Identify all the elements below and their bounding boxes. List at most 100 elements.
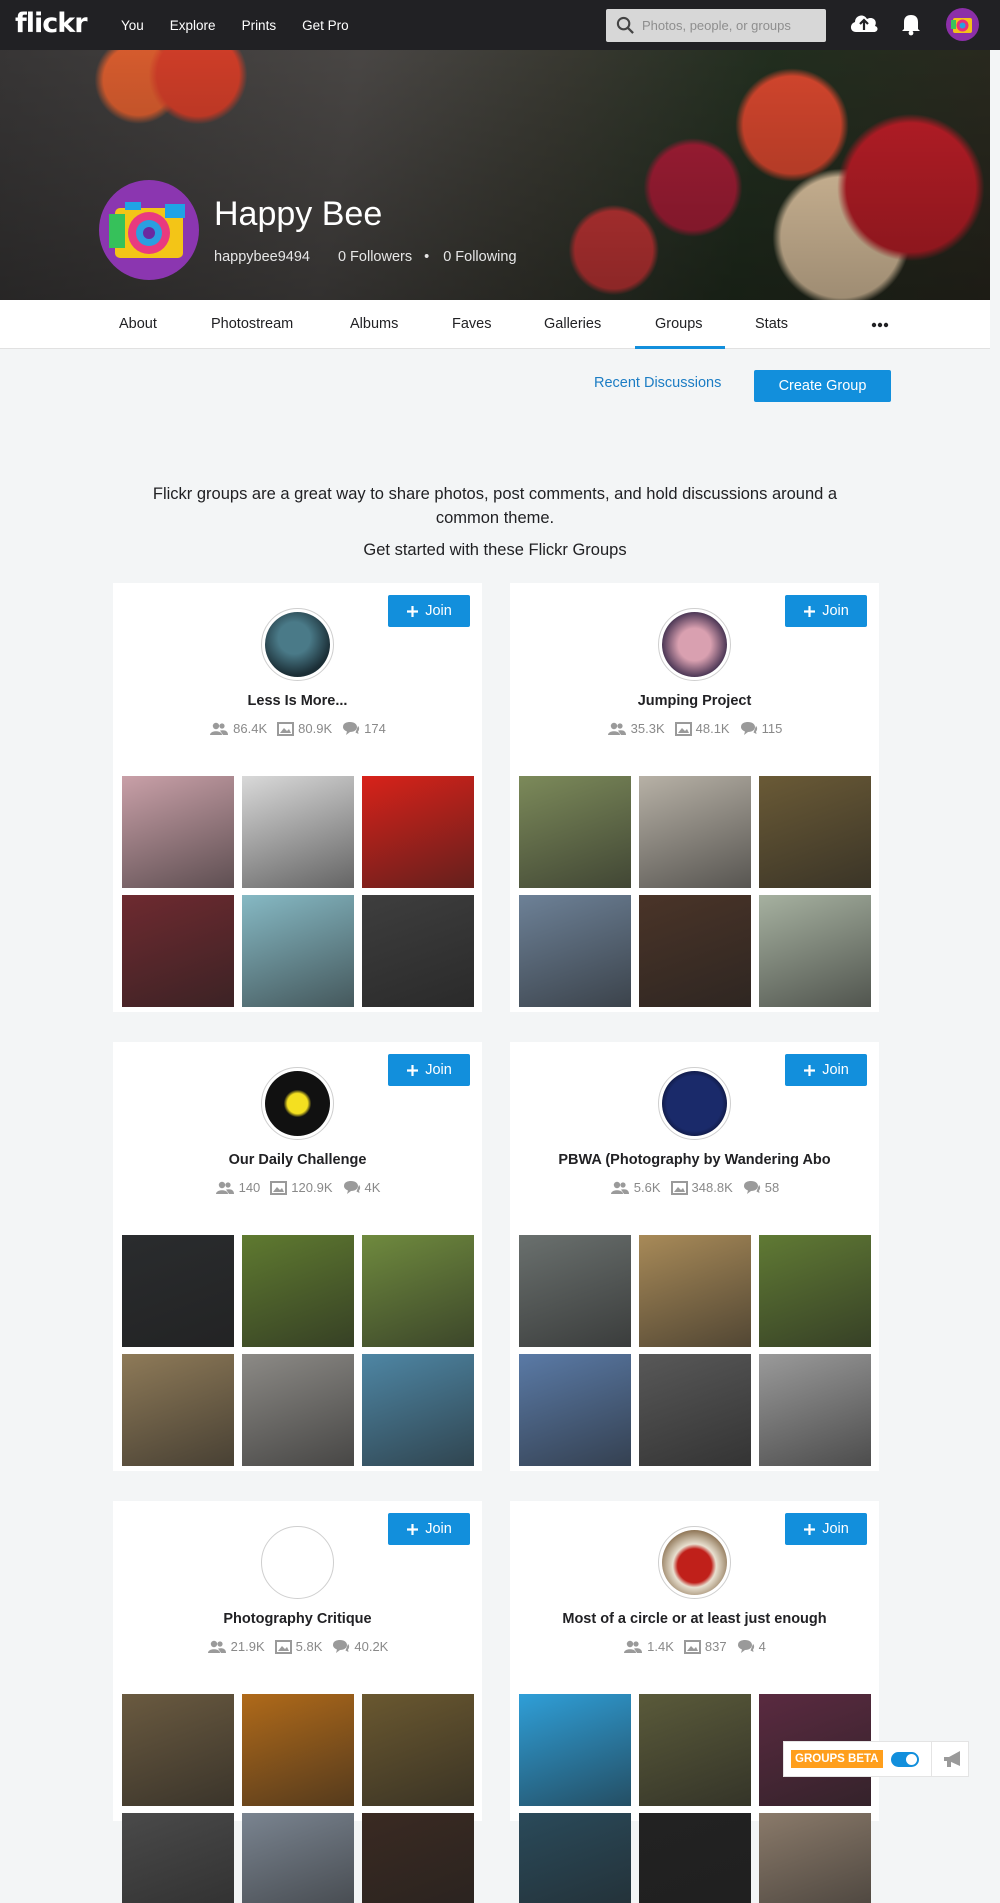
- upload-cloud-icon[interactable]: [848, 10, 880, 36]
- group-card[interactable]: Join Less Is More... 86.4K 80.9K 174: [113, 583, 482, 1012]
- group-icon[interactable]: [261, 1526, 334, 1599]
- group-photo-thumb[interactable]: [759, 776, 871, 888]
- group-photo-thumb[interactable]: [242, 776, 354, 888]
- group-photo-thumb[interactable]: [759, 895, 871, 1007]
- notifications-bell-icon[interactable]: [900, 12, 922, 36]
- plus-icon: [804, 1064, 816, 1076]
- group-photo-thumb[interactable]: [122, 1235, 234, 1347]
- more-options-icon[interactable]: [871, 322, 889, 328]
- discussions-icon: [740, 722, 757, 735]
- search-box[interactable]: [606, 9, 826, 42]
- flickr-logo[interactable]: flickr: [15, 8, 88, 39]
- recent-discussions-link[interactable]: Recent Discussions: [594, 375, 721, 391]
- nav-prints[interactable]: Prints: [242, 18, 277, 33]
- group-photo-thumb[interactable]: [519, 1813, 631, 1903]
- group-photo-thumb[interactable]: [519, 776, 631, 888]
- groups-intro-text: Flickr groups are a great way to share p…: [152, 485, 838, 527]
- group-name[interactable]: Most of a circle or at least just enough: [520, 1611, 869, 1627]
- nav-you[interactable]: You: [121, 18, 144, 33]
- user-avatar[interactable]: [946, 8, 979, 41]
- group-photo-thumb[interactable]: [362, 1235, 474, 1347]
- group-photo-thumb[interactable]: [639, 1354, 751, 1466]
- group-stats: 5.6K 348.8K 58: [510, 1180, 879, 1195]
- group-photo-thumb[interactable]: [639, 1813, 751, 1903]
- groups-beta-toggle[interactable]: [890, 1751, 919, 1767]
- plus-icon: [407, 1064, 419, 1076]
- group-photo-thumb[interactable]: [639, 895, 751, 1007]
- search-input[interactable]: [642, 18, 812, 33]
- group-photo-thumb[interactable]: [242, 1694, 354, 1806]
- group-photo-thumb[interactable]: [759, 1235, 871, 1347]
- tab-faves[interactable]: Faves: [452, 316, 492, 332]
- tab-stats[interactable]: Stats: [755, 316, 788, 332]
- group-photo-grid: [122, 1235, 474, 1466]
- group-photo-thumb[interactable]: [759, 1813, 871, 1903]
- group-photo-thumb[interactable]: [519, 1354, 631, 1466]
- tab-about[interactable]: About: [119, 316, 157, 332]
- profile-avatar[interactable]: [99, 180, 199, 280]
- tab-galleries[interactable]: Galleries: [544, 316, 601, 332]
- top-nav-bar: flickr You Explore Prints Get Pro: [0, 0, 1000, 50]
- join-group-button[interactable]: Join: [785, 595, 867, 627]
- group-photo-thumb[interactable]: [639, 1694, 751, 1806]
- join-group-button[interactable]: Join: [785, 1513, 867, 1545]
- group-card[interactable]: Join Jumping Project 35.3K 48.1K 115: [510, 583, 879, 1012]
- plus-icon: [407, 1523, 419, 1535]
- tab-albums[interactable]: Albums: [350, 316, 398, 332]
- group-icon[interactable]: [658, 608, 731, 681]
- tab-groups[interactable]: Groups: [655, 316, 703, 332]
- group-name[interactable]: Our Daily Challenge: [123, 1152, 472, 1168]
- following-link[interactable]: 0 Following: [443, 249, 516, 265]
- group-photo-thumb[interactable]: [639, 776, 751, 888]
- group-icon[interactable]: [658, 1526, 731, 1599]
- group-photo-thumb[interactable]: [122, 1694, 234, 1806]
- photos-icon: [270, 1180, 288, 1195]
- group-photo-thumb[interactable]: [242, 1235, 354, 1347]
- join-group-button[interactable]: Join: [785, 1054, 867, 1086]
- group-icon[interactable]: [261, 1067, 334, 1140]
- nav-get-pro[interactable]: Get Pro: [302, 18, 349, 33]
- group-photo-thumb[interactable]: [519, 895, 631, 1007]
- members-icon: [207, 1640, 226, 1653]
- group-card[interactable]: Join PBWA (Photography by Wandering Abo …: [510, 1042, 879, 1471]
- group-photo-thumb[interactable]: [242, 895, 354, 1007]
- group-photo-thumb[interactable]: [122, 895, 234, 1007]
- group-photos-stat: 348.8K: [670, 1180, 733, 1195]
- join-label: Join: [822, 1062, 849, 1078]
- discussions-icon: [343, 722, 360, 735]
- group-photos-stat: 48.1K: [674, 721, 730, 736]
- group-photo-thumb[interactable]: [122, 1354, 234, 1466]
- nav-explore[interactable]: Explore: [170, 18, 216, 33]
- tab-photostream[interactable]: Photostream: [211, 316, 293, 332]
- group-photo-thumb[interactable]: [122, 776, 234, 888]
- group-name[interactable]: Less Is More...: [123, 693, 472, 709]
- group-name[interactable]: Photography Critique: [123, 1611, 472, 1627]
- feedback-megaphone-icon[interactable]: [942, 1749, 966, 1769]
- group-photo-thumb[interactable]: [519, 1235, 631, 1347]
- group-icon[interactable]: [658, 1067, 731, 1140]
- group-photo-thumb[interactable]: [122, 1813, 234, 1903]
- group-photo-thumb[interactable]: [759, 1354, 871, 1466]
- group-photo-thumb[interactable]: [362, 1694, 474, 1806]
- join-group-button[interactable]: Join: [388, 595, 470, 627]
- create-group-button[interactable]: Create Group: [754, 370, 891, 402]
- group-card[interactable]: Join Our Daily Challenge 140 120.9K 4K: [113, 1042, 482, 1471]
- group-card[interactable]: Join Photography Critique 21.9K 5.8K 40.…: [113, 1501, 482, 1903]
- group-photo-thumb[interactable]: [362, 776, 474, 888]
- group-photo-thumb[interactable]: [639, 1235, 751, 1347]
- join-group-button[interactable]: Join: [388, 1054, 470, 1086]
- group-icon[interactable]: [261, 608, 334, 681]
- group-photo-thumb[interactable]: [519, 1694, 631, 1806]
- followers-link[interactable]: 0 Followers: [338, 249, 412, 265]
- join-group-button[interactable]: Join: [388, 1513, 470, 1545]
- group-name[interactable]: PBWA (Photography by Wandering Abo: [520, 1152, 869, 1168]
- group-photo-thumb[interactable]: [242, 1813, 354, 1903]
- group-photo-thumb[interactable]: [362, 1813, 474, 1903]
- group-photo-thumb[interactable]: [242, 1354, 354, 1466]
- group-photo-thumb[interactable]: [362, 895, 474, 1007]
- profile-name: Happy Bee: [214, 195, 383, 233]
- group-photo-thumb[interactable]: [362, 1354, 474, 1466]
- members-icon: [610, 1181, 629, 1194]
- group-members-stat: 21.9K: [207, 1639, 265, 1654]
- group-name[interactable]: Jumping Project: [520, 693, 869, 709]
